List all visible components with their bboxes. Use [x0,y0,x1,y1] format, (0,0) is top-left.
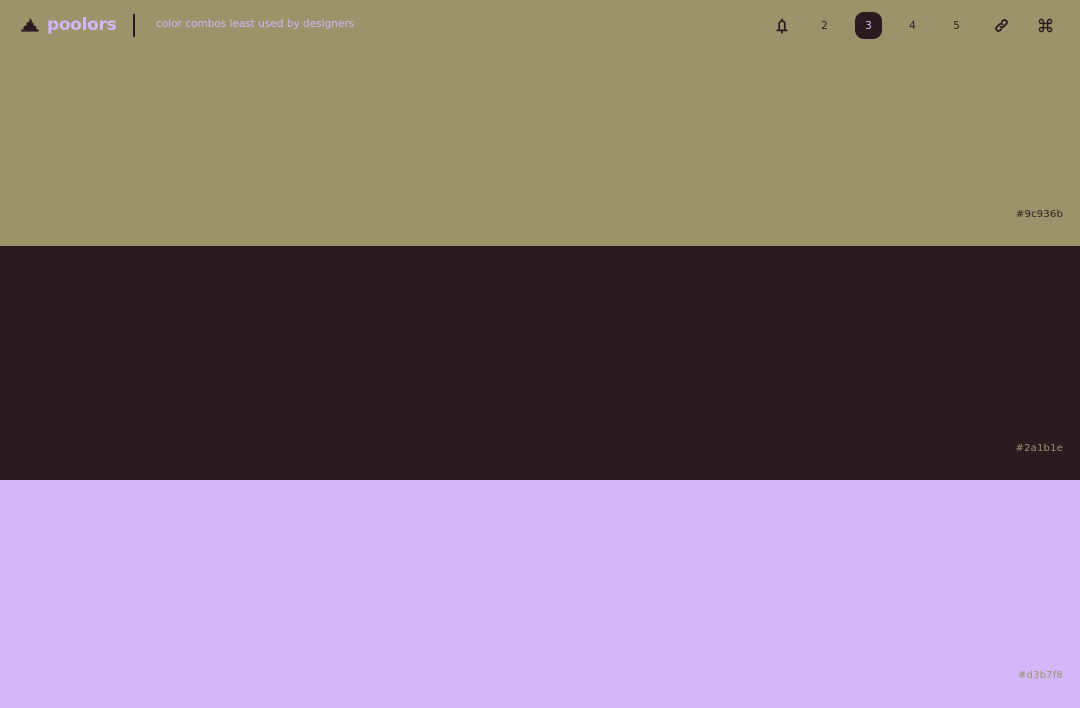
lock-button[interactable] [768,12,796,39]
hex-code-label[interactable]: #9c936b [1016,209,1063,220]
palette-size-2[interactable]: 2 [811,12,838,39]
header-divider [133,14,135,37]
share-link-button[interactable] [987,12,1015,39]
color-swatch-2[interactable]: #2a1b1e [0,246,1080,480]
palette-size-4[interactable]: 4 [899,12,926,39]
logo-text: poolors [47,15,117,35]
command-key-icon [1038,18,1052,33]
shortcuts-button[interactable] [1031,12,1059,39]
poop-icon [21,18,39,32]
top-bar: poolors color combos least used by desig… [0,0,1080,50]
hex-code-label[interactable]: #d3b7f8 [1018,670,1063,681]
tagline: color combos least used by designers [156,18,355,30]
lock-icon [776,18,788,34]
logo[interactable]: poolors [21,13,117,37]
hex-code-label[interactable]: #2a1b1e [1016,443,1064,454]
color-swatch-3[interactable]: #d3b7f8 [0,480,1080,708]
palette-page: #9c936b #2a1b1e #d3b7f8 poolors color co… [0,0,1080,708]
palette-size-5[interactable]: 5 [943,12,970,39]
link-icon [994,19,1008,32]
palette-size-3[interactable]: 3 [855,12,882,39]
